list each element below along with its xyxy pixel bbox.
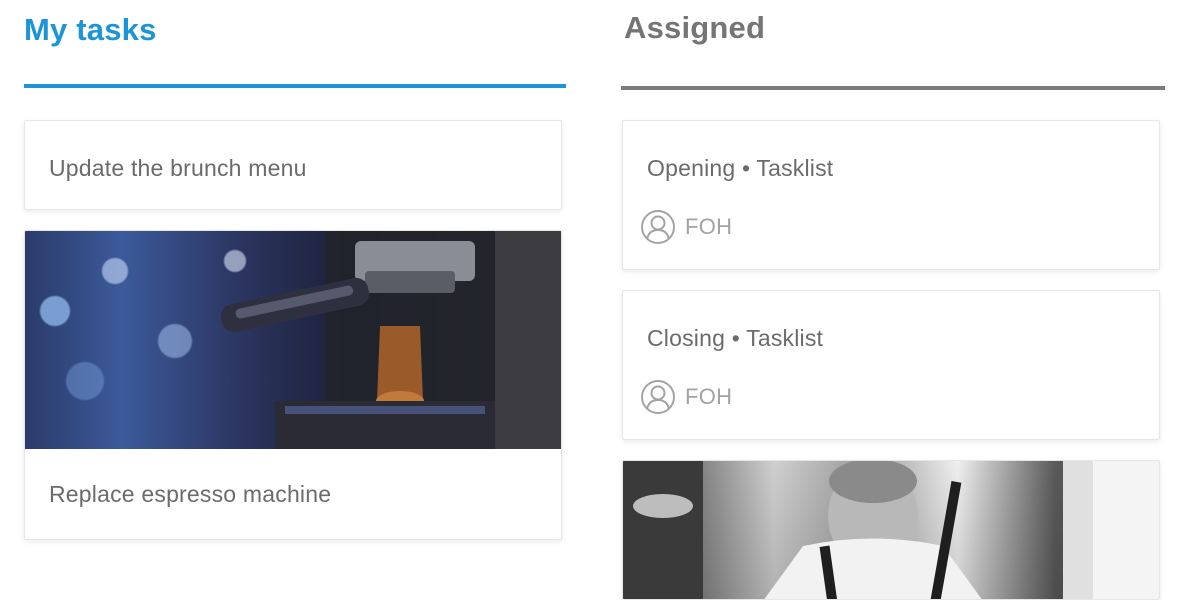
task-card-chef-photo[interactable]	[622, 460, 1160, 600]
assignee-label: FOH	[685, 384, 733, 409]
tasklist-title: Closing • Tasklist	[647, 325, 824, 351]
chef-illustration	[623, 461, 1159, 599]
tab-my-tasks-underline	[24, 84, 566, 88]
task-title: Replace espresso machine	[49, 481, 332, 507]
chef-photo	[623, 461, 1159, 599]
task-card-replace-espresso-machine[interactable]: Replace espresso machine	[24, 230, 562, 540]
tasklist-card-opening[interactable]: Opening • Tasklist FOH	[622, 120, 1160, 270]
assignee-label: FOH	[685, 214, 733, 239]
task-title: Update the brunch menu	[49, 155, 307, 181]
tab-assigned[interactable]: Assigned	[624, 10, 765, 46]
tab-my-tasks[interactable]: My tasks	[24, 12, 157, 48]
assignee: FOH	[640, 379, 732, 415]
user-circle-icon	[641, 380, 675, 414]
task-card-update-brunch-menu[interactable]: Update the brunch menu	[24, 120, 562, 210]
espresso-machine-photo	[25, 231, 561, 449]
tasklist-title: Opening • Tasklist	[647, 155, 834, 181]
tasklist-card-closing[interactable]: Closing • Tasklist FOH	[622, 290, 1160, 440]
user-circle-icon	[641, 210, 675, 244]
espresso-machine-illustration	[220, 231, 561, 449]
tab-assigned-underline	[621, 86, 1165, 90]
assignee: FOH	[640, 209, 732, 245]
